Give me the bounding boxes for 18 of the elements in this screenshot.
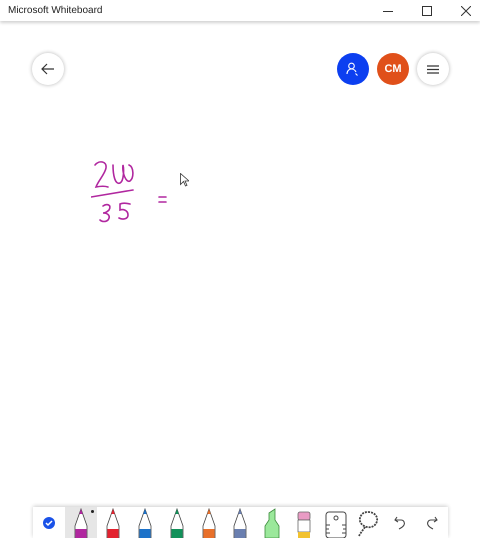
menu-button[interactable] (417, 53, 449, 85)
pen-tool[interactable] (64, 507, 97, 538)
undo-icon (394, 516, 406, 530)
menu-icon (427, 64, 439, 74)
maximize-icon[interactable] (422, 6, 432, 16)
close-icon[interactable] (461, 6, 471, 16)
person-icon (346, 62, 360, 76)
invite-button[interactable] (337, 53, 369, 85)
redo-icon (426, 516, 438, 530)
cursor-icon (180, 173, 189, 187)
checkmark-icon (42, 516, 55, 528)
window-title: Microsoft Whiteboard (8, 5, 104, 16)
back-arrow-icon (41, 63, 55, 75)
avatar-button[interactable]: CM (377, 53, 409, 85)
highlighter-icon (263, 508, 282, 538)
selected-dot-icon (90, 510, 94, 513)
back-button[interactable] (32, 53, 64, 85)
lasso-icon (357, 510, 380, 538)
